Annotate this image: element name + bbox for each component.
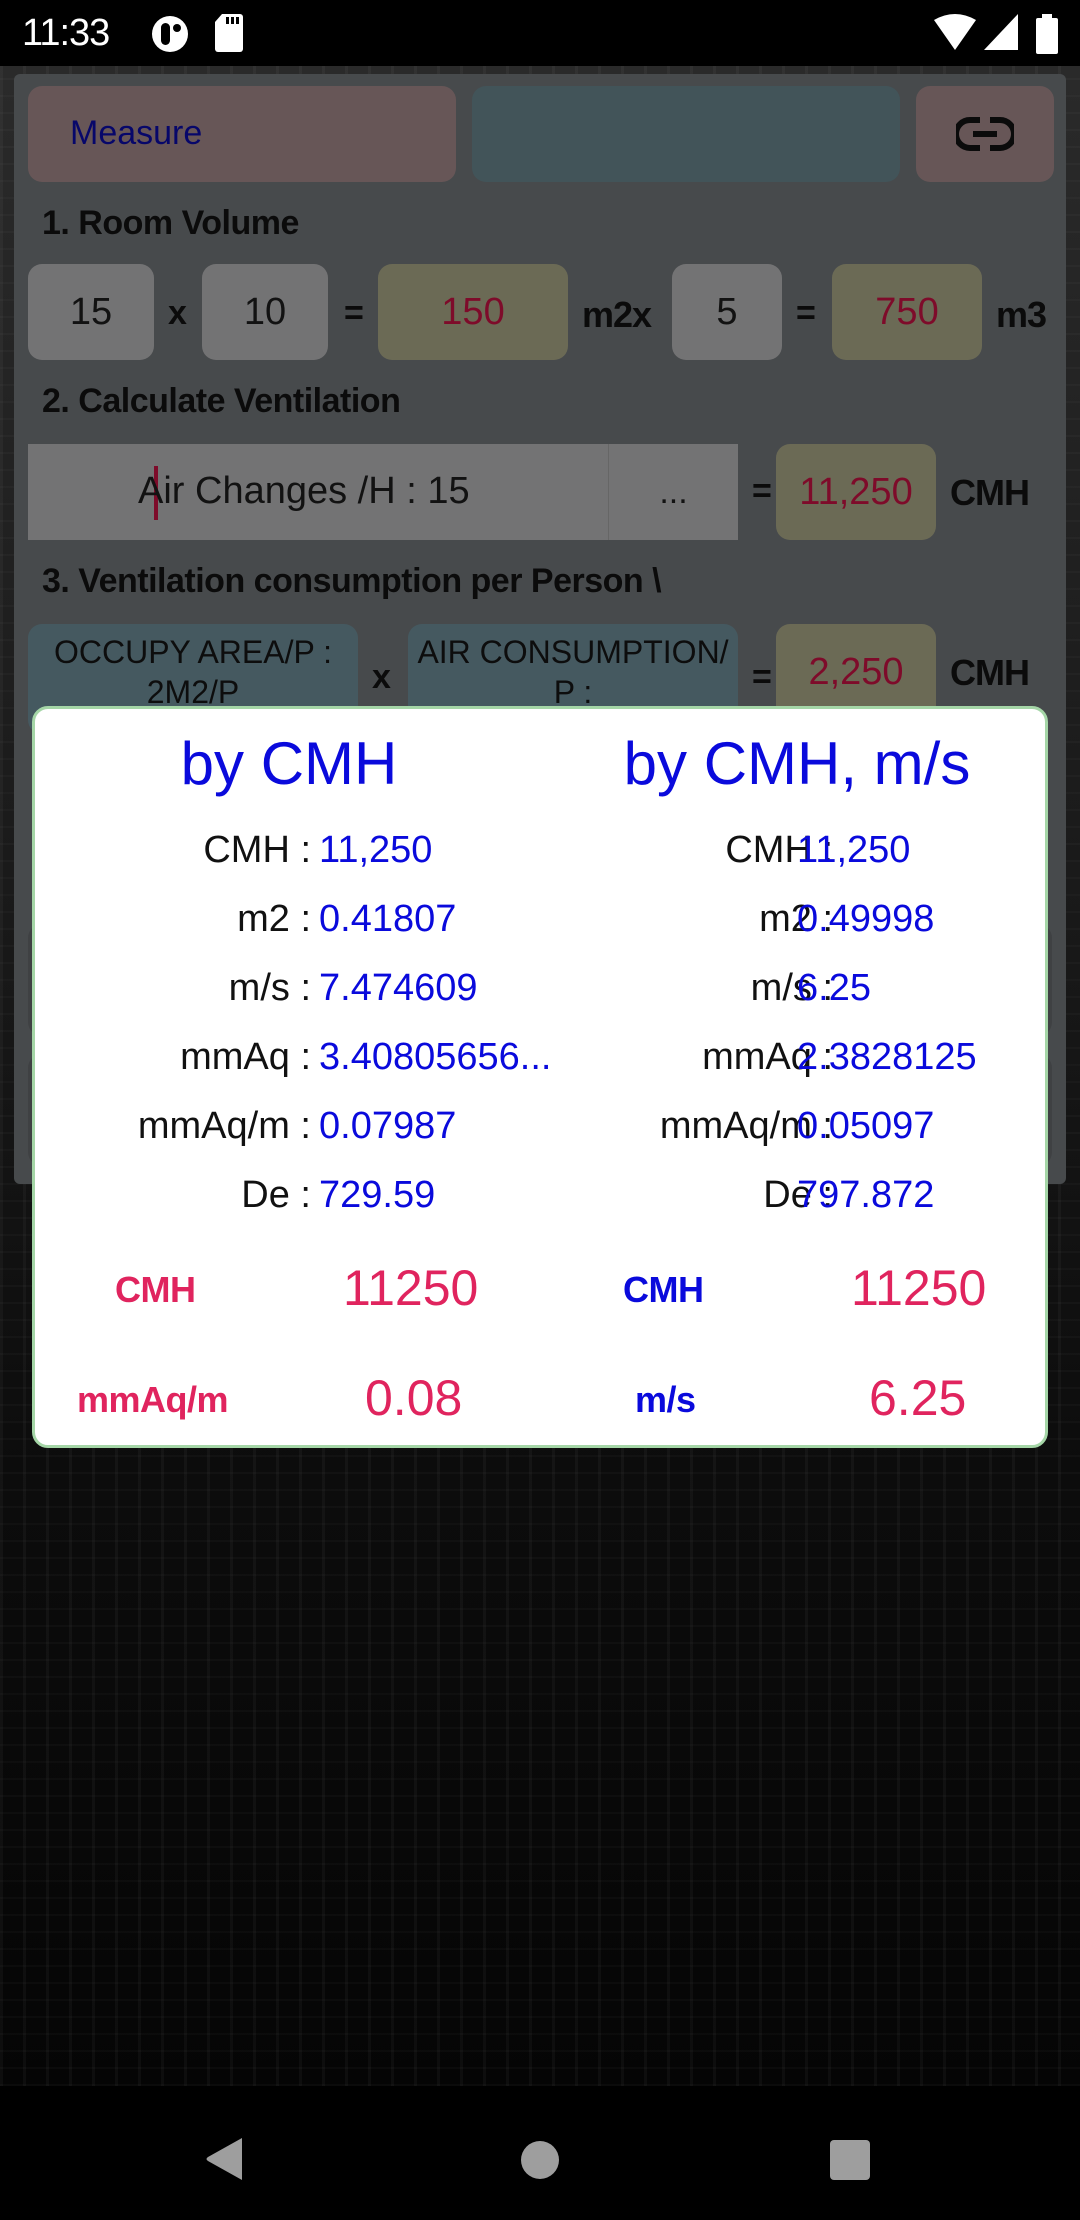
per-person-title: 3. Ventilation consumption per Person \ (42, 562, 662, 600)
battery-icon (1036, 14, 1058, 54)
result-row: m2 :0.49998 (759, 898, 935, 940)
ventilation-unit: CMH (950, 472, 1030, 513)
air-changes-text: Air Changes /H : 15 (138, 470, 470, 512)
result-row: CMH :11,250 (725, 829, 911, 871)
link-icon (956, 117, 1014, 151)
by-cmh-title: by CMH (180, 730, 398, 797)
equals-sign: = (344, 294, 364, 332)
result-row: mmAq :3.40805656... (180, 1036, 552, 1078)
equals-sign: = (752, 658, 772, 696)
volume-unit: m3 (996, 294, 1047, 335)
sd-card-icon (215, 14, 243, 52)
multiply-sign: x (372, 658, 391, 696)
back-icon[interactable] (204, 2136, 244, 2182)
height-input[interactable]: 5 (672, 264, 782, 360)
result-row: m/s :7.474609 (228, 967, 478, 1009)
home-icon[interactable] (520, 2140, 560, 2180)
room-volume-title: 1. Room Volume (42, 204, 299, 242)
recents-icon[interactable] (830, 2140, 870, 2180)
summary-label: CMH (115, 1269, 196, 1310)
ventilation-result: 11,250 (776, 444, 936, 540)
air-changes-input[interactable]: Air Changes /H : 15 ... (28, 444, 738, 540)
summary-label: m/s (635, 1379, 696, 1420)
result-row: mmAq/m :0.07987 (137, 1105, 457, 1147)
result-dialog: by CMH CMH :11,250 m2 :0.41807 m/s :7.47… (32, 706, 1048, 1448)
area-result: 150 (378, 264, 568, 360)
summary-value: 11250 (343, 1260, 479, 1316)
multiply-sign: x (168, 294, 187, 332)
by-cmh-ms-title: by CMH, m/s (623, 730, 971, 797)
status-bar: 11:33 (0, 0, 1080, 66)
result-row: m/s :6.25 (750, 967, 871, 1009)
per-person-unit: CMH (950, 652, 1030, 693)
measure-button[interactable]: Measure (28, 86, 456, 182)
summary-value: 6.25 (869, 1370, 967, 1426)
result-row: mmAq/m :0.05097 (659, 1105, 935, 1147)
wifi-icon (934, 14, 976, 50)
width-input[interactable]: 10 (202, 264, 328, 360)
area-unit: m2x (582, 294, 652, 335)
summary-label: mmAq/m (77, 1379, 229, 1420)
summary-value: 0.08 (365, 1370, 463, 1426)
middle-button[interactable] (472, 86, 900, 182)
calculate-ventilation-title: 2. Calculate Ventilation (42, 382, 401, 420)
result-row: mmAq :2.3828125 (702, 1036, 977, 1078)
measure-button-label: Measure (70, 114, 203, 152)
result-row: De :797.872 (763, 1174, 935, 1216)
result-row: CMH :11,250 (203, 829, 433, 871)
length-input[interactable]: 15 (28, 264, 154, 360)
result-row: De :729.59 (241, 1174, 436, 1216)
equals-sign: = (796, 294, 816, 332)
equals-sign: = (752, 472, 772, 510)
navigation-bar (0, 2088, 1080, 2220)
cell-signal-icon (984, 14, 1018, 50)
summary-value: 11250 (851, 1260, 987, 1316)
notification-app-icon (152, 16, 188, 52)
result-row: m2 :0.41807 (237, 898, 457, 940)
status-time: 11:33 (22, 12, 110, 54)
link-button[interactable] (916, 86, 1054, 182)
air-changes-more-button[interactable]: ... (608, 444, 738, 540)
volume-result: 750 (832, 264, 982, 360)
summary-label: CMH (623, 1269, 704, 1310)
